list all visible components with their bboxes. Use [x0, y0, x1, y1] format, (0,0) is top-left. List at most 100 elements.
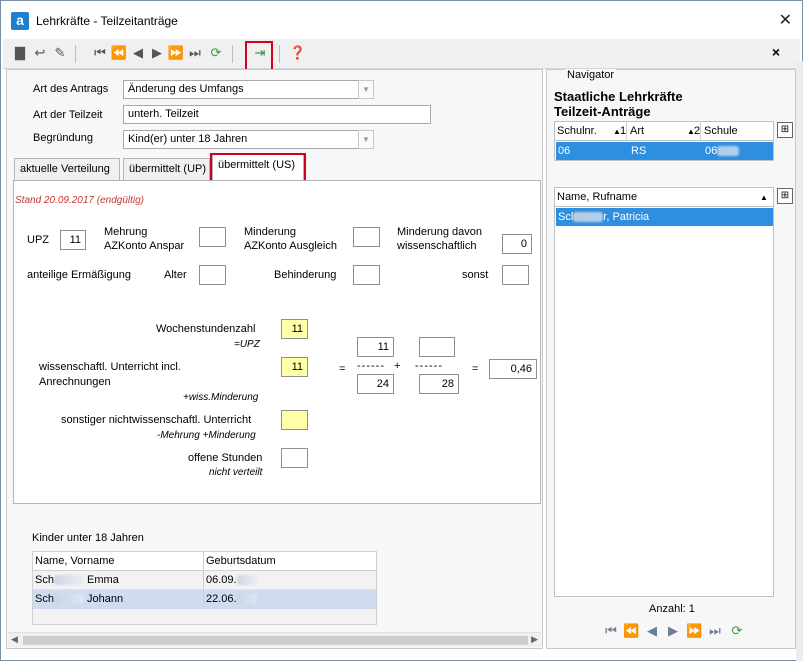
column-chooser-icon[interactable]: ⊞ [777, 122, 793, 138]
scroll-left-icon[interactable]: ◀ [11, 634, 18, 645]
wiss-sub: +wiss.Minderung [183, 392, 259, 403]
redaction [573, 212, 604, 223]
art-teilzeit-label: Art der Teilzeit [33, 109, 103, 121]
mehrung-field[interactable] [199, 227, 226, 247]
undo-icon[interactable]: ↩ [31, 45, 49, 61]
export-highlight-frame [245, 41, 273, 71]
frac1-denominator: 24 [357, 374, 394, 394]
name-prefix: Sch [35, 574, 54, 586]
table-row[interactable]: Sch Emma 06.09. [33, 571, 376, 590]
next-record-icon[interactable]: ▶ [665, 623, 681, 639]
tab-aktuelle-verteilung[interactable]: aktuelle Verteilung [14, 158, 120, 180]
sonst-field[interactable] [502, 265, 529, 285]
alter-field[interactable] [199, 265, 226, 285]
kinder-title: Kinder unter 18 Jahren [32, 532, 144, 544]
scrollbar-thumb[interactable] [23, 636, 528, 645]
art-teilzeit-field[interactable]: unterh. Teilzeit [123, 105, 431, 124]
mehrung-sublabel: AZKonto Anspar [104, 240, 185, 252]
last-record-icon[interactable]: ⏭ [186, 45, 204, 61]
frac2-numerator [419, 337, 455, 357]
column-header[interactable]: Schulnr. [555, 122, 599, 140]
navigator-legend: Navigator [565, 69, 617, 81]
frac1-bar: ------ [357, 360, 385, 372]
table-header: Name, Rufname ▲ [555, 188, 773, 207]
art-antrag-label: Art des Antrags [33, 83, 109, 95]
redaction [53, 594, 84, 605]
next-record-icon[interactable]: ▶ [148, 45, 166, 61]
equals-sign: = [339, 363, 346, 375]
name-suffix: r, Patricia [603, 211, 650, 223]
fast-back-icon[interactable]: ⏪ [623, 623, 639, 639]
tab-uebermittelt-up[interactable]: übermittelt (UP) [123, 158, 210, 180]
frac2-denominator: 28 [419, 374, 459, 394]
redaction [236, 594, 257, 605]
wiss-value: 11 [281, 357, 308, 377]
table-header: Name, Vorname Geburtsdatum [33, 552, 376, 571]
record-count: Anzahl: 1 [649, 603, 695, 615]
last-record-icon[interactable]: ⏭ [707, 623, 723, 639]
column-chooser-icon[interactable]: ⊞ [777, 188, 793, 204]
column-divider [203, 552, 204, 609]
background-window-edge [796, 61, 803, 661]
redaction [53, 575, 84, 586]
fast-forward-icon[interactable]: ⏩ [167, 45, 185, 61]
table-cell: Sch Johann [33, 590, 125, 608]
edit-icon[interactable]: ✎ [51, 45, 69, 61]
refresh-icon[interactable]: ⟳ [729, 623, 745, 639]
navigator-title-line2: Teilzeit-Anträge [554, 104, 651, 119]
datum: 22.06. [206, 593, 237, 605]
prev-record-icon[interactable]: ◀ [644, 623, 660, 639]
navigator-title-line1: Staatliche Lehrkräfte [554, 89, 683, 104]
minderung-wiss-value: 0 [502, 234, 532, 254]
help-icon[interactable]: ❓ [289, 45, 307, 61]
toolbar-separator [279, 45, 280, 63]
wochenstunden-label: Wochenstundenzahl [156, 323, 256, 335]
save-icon[interactable]: ▇ [11, 45, 29, 61]
fast-forward-icon[interactable]: ⏩ [686, 623, 702, 639]
chevron-down-icon[interactable]: ▼ [358, 80, 374, 99]
datum: 06.09. [206, 574, 237, 586]
toolbar-separator [75, 45, 76, 63]
behinderung-label: Behinderung [274, 269, 337, 281]
vorname: Emma [87, 574, 119, 586]
first-record-icon[interactable]: ⏮ [603, 623, 619, 639]
minderung-field[interactable] [353, 227, 380, 247]
scroll-right-icon[interactable]: ▶ [531, 634, 538, 645]
name-prefix: Sch [35, 593, 54, 605]
art-antrag-select[interactable]: Änderung des Umfangs [123, 80, 359, 99]
column-header[interactable]: Art [628, 122, 646, 140]
table-row[interactable]: Sch Johann 22.06. [33, 590, 376, 609]
first-record-icon[interactable]: ⏮ [91, 45, 109, 61]
quotient-result: 0,46 [489, 359, 537, 379]
column-header[interactable]: Name, Vorname [33, 552, 116, 570]
kinder-table: Name, Vorname Geburtsdatum Sch Emma 06.0… [32, 551, 377, 625]
close-view-button[interactable]: × [772, 44, 780, 60]
schule-grid: Schulnr. ▲ 1 Art ▲ 2 Schule 06 RS 06 [554, 121, 774, 161]
upz-value: 11 [60, 230, 86, 250]
table-row[interactable]: 06 RS 06 [556, 142, 773, 160]
table-header: Schulnr. ▲ 1 Art ▲ 2 Schule [555, 122, 773, 141]
chevron-down-icon[interactable]: ▼ [358, 130, 374, 149]
table-cell: 06 [558, 145, 571, 157]
stand-text: Stand 20.09.2017 (endgültig) [15, 195, 144, 206]
column-header[interactable]: Geburtsdatum [204, 552, 278, 570]
minderung-wiss-label: Minderung davon [397, 226, 483, 238]
plus-sign: + [394, 360, 401, 372]
lehrkraft-grid: Name, Rufname ▲ Scl r, Patricia [554, 187, 774, 597]
offene-label: offene Stunden [188, 452, 263, 464]
table-cell: RS [631, 145, 647, 157]
table-row[interactable]: Scl r, Patricia [556, 208, 773, 226]
toolbar: ▇ ↩ ✎ ⏮ ⏪ ◀ ▶ ⏩ ⏭ ⟳ ⇥ ❓ × [3, 39, 800, 69]
horizontal-scrollbar[interactable]: ◀ ▶ [8, 632, 541, 647]
column-header[interactable]: Name, Rufname [555, 188, 639, 206]
begruendung-select[interactable]: Kind(er) unter 18 Jahren [123, 130, 359, 149]
fast-back-icon[interactable]: ⏪ [110, 45, 128, 61]
window-close-button[interactable]: ✕ [779, 10, 792, 30]
refresh-icon[interactable]: ⟳ [207, 45, 225, 61]
prev-record-icon[interactable]: ◀ [129, 45, 147, 61]
column-header[interactable]: Schule [702, 122, 740, 140]
redaction [236, 575, 257, 586]
toolbar-separator [232, 45, 233, 63]
behinderung-field[interactable] [353, 265, 380, 285]
wiss-label: wissenschaftl. Unterricht incl. [39, 361, 181, 373]
